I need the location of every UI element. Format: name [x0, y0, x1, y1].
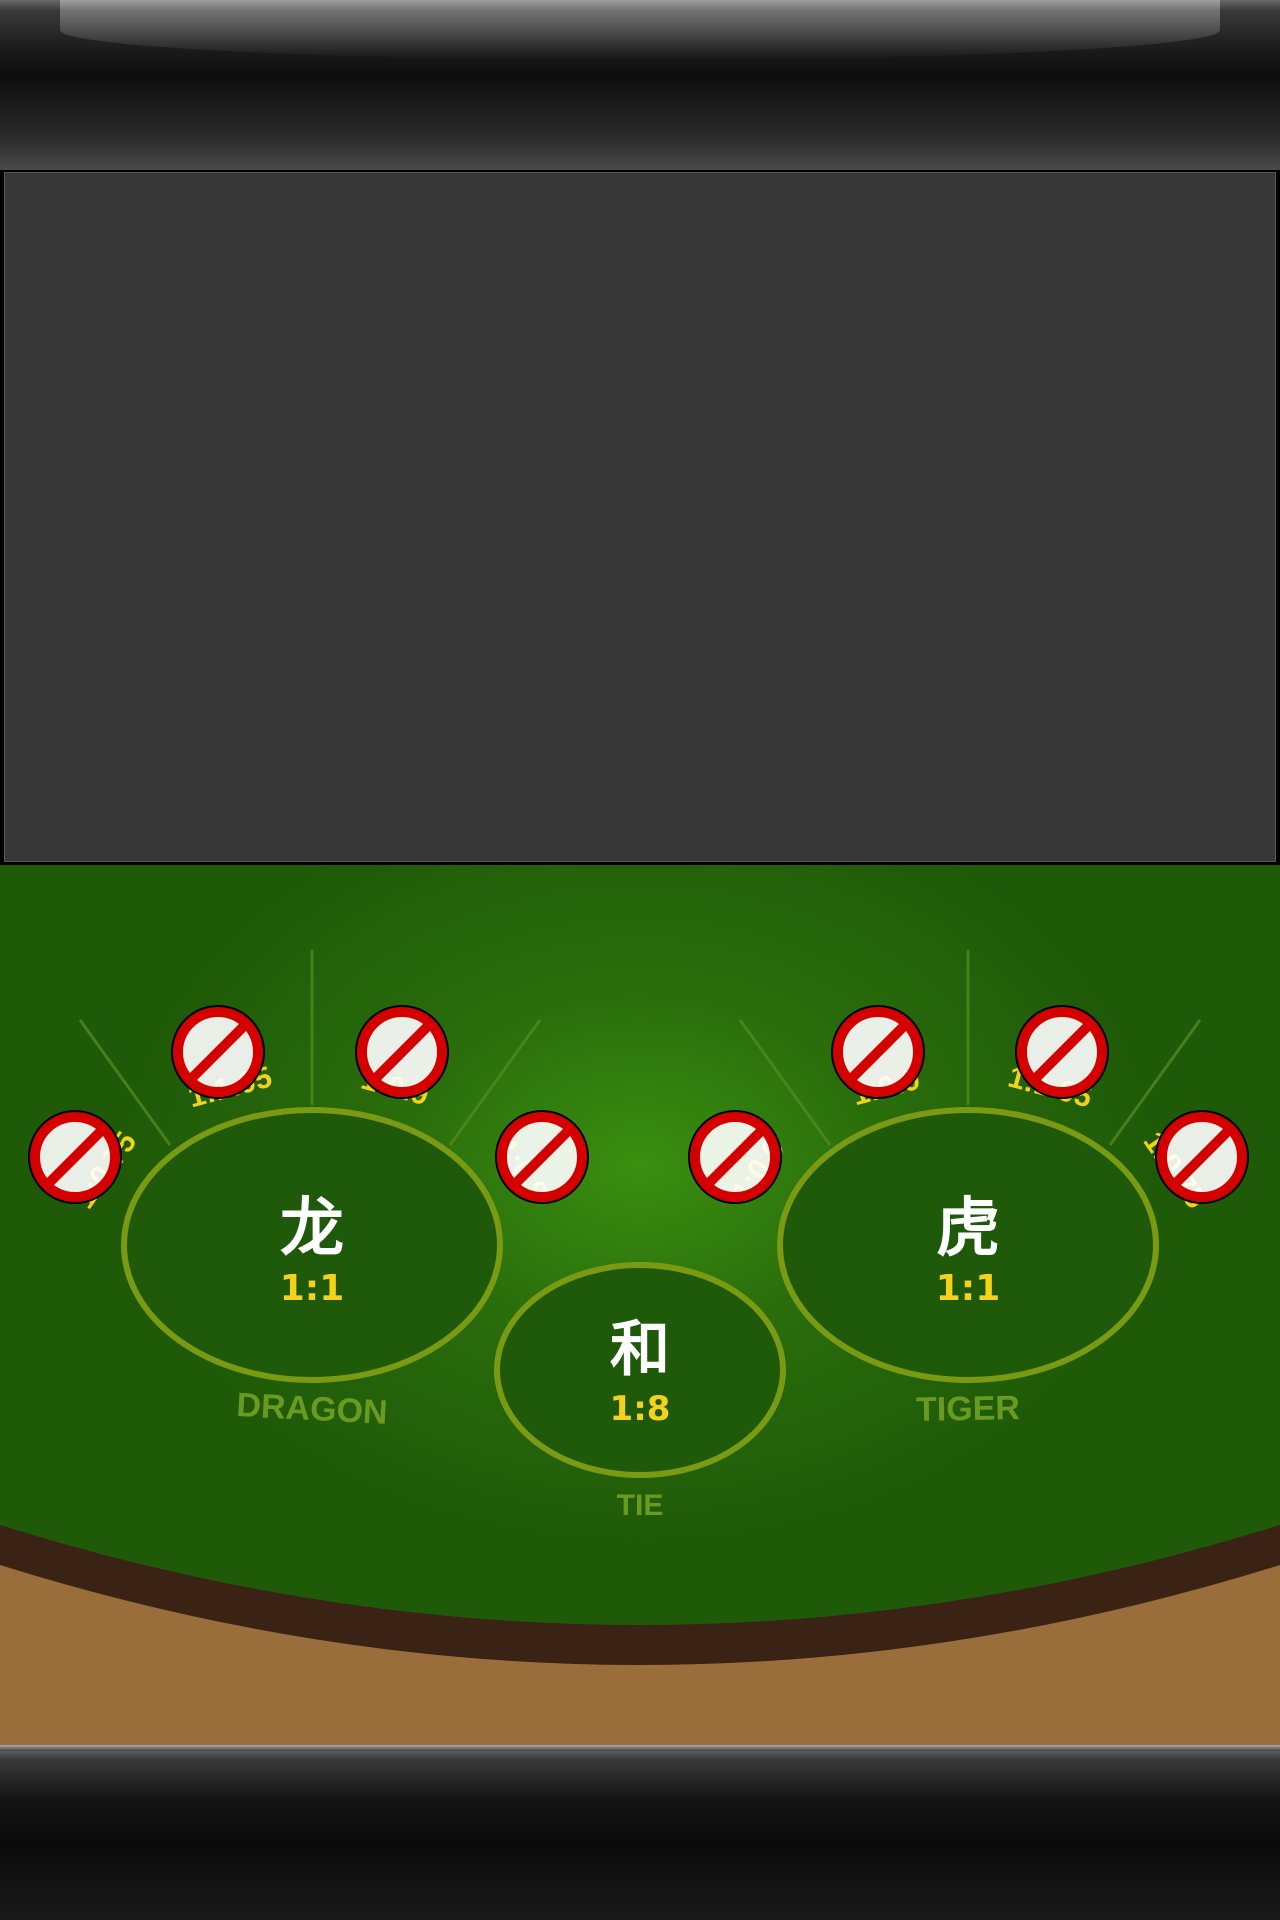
tie-label: TIE [617, 1489, 664, 1522]
top-frame-shine [60, 0, 1220, 60]
dragon-label: DRAGON [236, 1386, 389, 1432]
tie-title: 和 [610, 1315, 670, 1385]
no-bet-icon [28, 1110, 122, 1204]
no-bet-icon [688, 1110, 782, 1204]
table-layout: 龙 1:1 DRAGON 和 1:8 TIE 虎 1:1 TIGER 1:0.7… [0, 950, 1280, 1745]
no-bet-icon [831, 1005, 925, 1099]
side-bet-right-4[interactable]: 1:0.75 [1137, 1110, 1249, 1215]
tiger-label: TIGER [916, 1389, 1021, 1429]
tiger-title: 虎 [936, 1192, 1000, 1266]
no-bet-icon [355, 1005, 449, 1099]
tiger-bet-area[interactable]: 虎 1:1 [777, 1107, 1159, 1383]
side-bet-left-2[interactable]: 1:1.05 [171, 1005, 275, 1114]
tie-odds: 1:8 [610, 1389, 671, 1429]
no-bet-icon [171, 1005, 265, 1099]
no-bet-icon [1015, 1005, 1109, 1099]
dragon-bet-area[interactable]: 龙 1:1 [121, 1107, 503, 1383]
side-bet-right-3[interactable]: 1:1.05 [1005, 1005, 1109, 1114]
dragon-odds: 1:1 [280, 1268, 345, 1309]
bottom-frame-shine [0, 1745, 1280, 1751]
side-bet-left-3[interactable]: 1:0.9 [355, 1005, 449, 1112]
top-frame [0, 0, 1280, 170]
bottom-frame [0, 1745, 1280, 1920]
tie-bet-area[interactable]: 和 1:8 [494, 1262, 786, 1478]
video-area [4, 172, 1276, 862]
tiger-odds: 1:1 [936, 1268, 1001, 1309]
game-table: 龙 1:1 DRAGON 和 1:8 TIE 虎 1:1 TIGER 1:0.7… [0, 865, 1280, 1745]
side-bet-right-1[interactable]: 1:0.9 [688, 1110, 792, 1208]
dragon-title: 龙 [280, 1192, 344, 1266]
side-bet-left-4[interactable]: 1:0.9 [488, 1110, 589, 1208]
side-bet-right-2[interactable]: 1:0.9 [831, 1005, 925, 1112]
no-bet-icon [1155, 1110, 1249, 1204]
side-bet-left-1[interactable]: 1:0.75 [28, 1110, 143, 1215]
no-bet-icon [495, 1110, 589, 1204]
